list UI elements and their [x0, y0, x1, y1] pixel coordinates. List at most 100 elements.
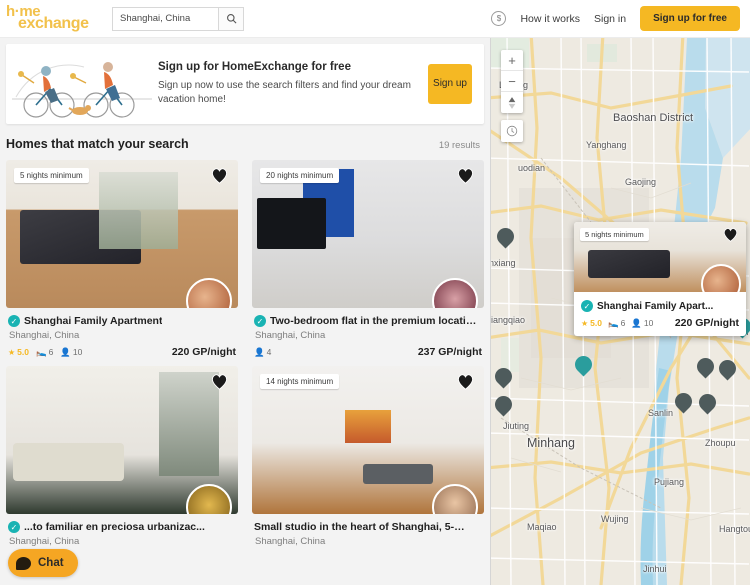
popup-photo[interactable]: 5 nights minimum 2 — [574, 222, 746, 292]
map-label: Jiuting — [503, 421, 530, 431]
verified-badge-icon: ✓ — [254, 315, 266, 327]
listing-card[interactable]: 14 nights minimum Small studio in the he… — [252, 366, 484, 547]
listing-title-row: Small studio in the heart of Shanghai, 5… — [254, 521, 482, 533]
compass-button[interactable] — [501, 92, 523, 113]
map-info-button[interactable] — [501, 120, 523, 142]
map-label: Jinhui — [643, 564, 667, 574]
listing-price: 220 GP/night — [171, 346, 236, 358]
guests-meta: 👤 10 — [60, 347, 82, 358]
star-icon: ★ — [8, 347, 16, 357]
popup-price: 220 GP/night — [674, 317, 739, 329]
promo-subtitle: Sign up now to use the search filters an… — [158, 79, 411, 106]
homeexchange-logo[interactable]: h·me exchange — [6, 4, 98, 33]
currency-icon[interactable]: $ — [491, 11, 507, 26]
chat-button[interactable]: Chat — [8, 549, 78, 577]
guests-value: 10 — [72, 347, 83, 357]
cyclists-illustration — [12, 47, 152, 121]
bed-icon: 🛌 — [36, 346, 47, 357]
search-input[interactable] — [112, 6, 218, 31]
listing-title-row: ✓ ...to familiar en preciosa urbanizac..… — [8, 521, 236, 533]
guests-value: 10 — [643, 318, 654, 328]
person-icon: 👤 — [60, 346, 71, 357]
map-label: Pujiang — [654, 477, 685, 487]
map-label: Sanlin — [648, 408, 674, 418]
listing-photo[interactable]: 14 nights minimum — [252, 366, 484, 514]
zoom-out-button[interactable]: − — [501, 71, 523, 92]
listing-title[interactable]: Shanghai Family Apartment — [24, 315, 162, 327]
logo-line-2: exchange — [18, 15, 89, 33]
favorite-heart-icon[interactable] — [456, 373, 475, 390]
listing-location: Shanghai, China — [255, 536, 326, 547]
promo-text: Sign up for HomeExchange for free Sign u… — [152, 61, 428, 108]
listing-photo[interactable]: 5 nights minimum 2 — [6, 160, 238, 308]
favorite-heart-icon[interactable] — [722, 227, 739, 242]
listing-meta-row: 👤 4 237 GP/night — [254, 346, 482, 358]
map-listing-popup[interactable]: 5 nights minimum 2 ✓ Shanghai Family Apa… — [574, 222, 746, 336]
chat-label: Chat — [38, 557, 64, 569]
map-zoom-stack: + − — [501, 50, 523, 113]
listing-card[interactable]: 20 nights minimum 1 ✓ Two-bedroom flat i… — [252, 160, 484, 358]
listing-price: 237 GP/night — [417, 346, 482, 358]
map-label: Baoshan District — [613, 112, 694, 124]
listing-info: ✓ Two-bedroom flat in the premium locati… — [252, 308, 484, 358]
listing-title[interactable]: Small studio in the heart of Shanghai, 5… — [254, 521, 466, 533]
verified-badge-icon: ✓ — [581, 300, 593, 312]
person-icon: 👤 — [631, 317, 642, 328]
verified-badge-icon: ✓ — [8, 315, 20, 327]
beds-meta: 🛌 6 — [608, 318, 625, 329]
listing-title-row: ✓ Shanghai Family Apartment — [8, 315, 236, 327]
popup-info: ✓ Shanghai Family Apart... ★ 5.0 🛌 6 👤 1… — [574, 292, 746, 336]
listing-photo[interactable]: 20 nights minimum 1 — [252, 160, 484, 308]
sign-in-link[interactable]: Sign in — [594, 13, 626, 25]
map-label: Wujing — [601, 514, 629, 524]
search-bar[interactable] — [112, 6, 244, 31]
results-header: Homes that match your search 19 results — [0, 124, 490, 160]
listing-title[interactable]: ...to familiar en preciosa urbanizac... — [24, 521, 205, 533]
rating-meta: ★ 5.0 — [581, 318, 602, 328]
map-label: Gaojing — [625, 177, 657, 187]
sign-up-button[interactable]: Sign up for free — [640, 6, 740, 31]
zoom-in-button[interactable]: + — [501, 50, 523, 71]
guests-meta: 👤 10 — [631, 318, 653, 329]
promo-sign-up-button[interactable]: Sign up — [428, 64, 472, 104]
listing-location: Shanghai, China — [9, 536, 80, 547]
listing-grid: 5 nights minimum 2 ✓ Shanghai Family Apa… — [0, 160, 490, 547]
results-count: 19 results — [438, 140, 480, 151]
map-label: liangqiao — [490, 315, 526, 325]
listing-info: Small studio in the heart of Shanghai, 5… — [252, 514, 484, 547]
beds-value: 6 — [620, 318, 626, 328]
guests-value: 4 — [266, 347, 272, 357]
search-button[interactable] — [218, 6, 244, 31]
map-panel[interactable]: Baoshan District Yanghang Gaojing uodian… — [490, 38, 750, 585]
map-label: Zhoupu — [705, 438, 736, 448]
favorite-heart-icon[interactable] — [456, 167, 475, 184]
listing-card[interactable]: 5 nights minimum 2 ✓ Shanghai Family Apa… — [6, 160, 238, 358]
map-controls: + − — [501, 50, 523, 142]
map-label: Hangtou — [719, 524, 750, 534]
chat-bubble-icon — [16, 556, 31, 570]
favorite-heart-icon[interactable] — [210, 373, 229, 390]
nights-minimum-badge: 5 nights minimum — [14, 168, 89, 183]
verified-badge-icon: ✓ — [8, 521, 20, 533]
control-spacer — [501, 113, 523, 120]
listing-card[interactable]: 8 ✓ ...to familiar en preciosa urbanizac… — [6, 366, 238, 547]
rating-meta: ★ 5.0 — [8, 347, 29, 357]
popup-title[interactable]: Shanghai Family Apart... — [597, 301, 713, 312]
popup-meta-row: ★ 5.0 🛌 6 👤 10 220 GP/night — [581, 317, 739, 329]
listing-title[interactable]: Two-bedroom flat in the premium location… — [270, 315, 482, 327]
map-label: uodian — [518, 163, 546, 173]
map-label: Minhang — [527, 436, 575, 450]
search-icon — [226, 14, 236, 24]
guests-meta: 👤 4 — [254, 347, 271, 358]
popup-title-row: ✓ Shanghai Family Apart... — [581, 300, 739, 312]
map-label: nxiang — [490, 258, 516, 268]
how-it-works-link[interactable]: How it works — [520, 13, 580, 25]
listing-meta-row: ★ 5.0 🛌 6 👤 10 220 GP/night — [8, 346, 236, 358]
map-label: Yanghang — [586, 140, 627, 150]
listing-metas: 👤 4 — [254, 347, 271, 358]
favorite-heart-icon[interactable] — [210, 167, 229, 184]
rating-value: 5.0 — [17, 347, 29, 357]
star-icon: ★ — [581, 318, 589, 328]
listing-photo[interactable]: 8 — [6, 366, 238, 514]
map-label: Maqiao — [527, 522, 557, 532]
